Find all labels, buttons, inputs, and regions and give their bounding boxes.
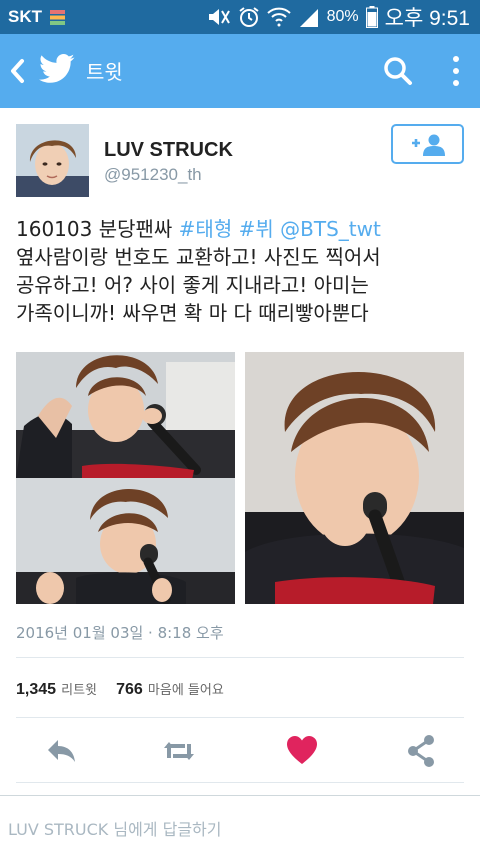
- share-icon[interactable]: [404, 734, 438, 768]
- notification-icon: [50, 10, 65, 25]
- tweet-text-plain: 160103 분당팬싸: [16, 217, 179, 241]
- user-handle[interactable]: @951230_th: [104, 165, 202, 185]
- hashtag-link[interactable]: #태형: [179, 217, 233, 241]
- battery-percent: 80%: [326, 8, 359, 25]
- tweet-line-4: 가족이니까! 싸우면 확 마 다 때리빻아뿐다: [16, 301, 369, 325]
- wifi-icon: [266, 7, 291, 27]
- tweet-line-3: 공유하고! 어? 사이 좋게 지내라고! 아미는: [16, 273, 369, 297]
- tweet-text: 160103 분당팬싸 #태형 #뷔 @BTS_twt 옆사람이랑 번호도 교환…: [16, 215, 471, 327]
- app-bar: 트윗: [0, 34, 480, 108]
- tweet-photo-2[interactable]: [16, 478, 235, 604]
- heart-icon[interactable]: [285, 734, 319, 768]
- retweet-icon[interactable]: [162, 734, 196, 768]
- tweet-timestamp: 2016년 01월 03일 · 8:18 오후: [16, 624, 224, 642]
- tweet-line-2: 옆사람이랑 번호도 교환하고! 사진도 찍어서: [16, 245, 381, 269]
- status-icons: 80% 오후 9:51: [207, 5, 470, 30]
- divider: [16, 782, 464, 783]
- battery-icon: [365, 6, 378, 28]
- carrier-label: SKT: [8, 7, 42, 26]
- retweet-label: 리트윗: [61, 683, 98, 698]
- divider: [16, 717, 464, 718]
- add-user-icon: [412, 134, 445, 156]
- reply-input[interactable]: LUV STRUCK 님에게 답글하기: [0, 795, 480, 853]
- back-arrow-icon[interactable]: [8, 58, 26, 84]
- avatar[interactable]: [16, 124, 89, 197]
- twitter-bird-icon: [39, 54, 75, 83]
- like-label: 마음에 들어요: [147, 683, 224, 698]
- follow-button[interactable]: [391, 124, 464, 164]
- retweet-count: 1,345: [16, 681, 57, 698]
- divider: [16, 657, 464, 658]
- tweet-stats[interactable]: 1,345 리트윗 766 마음에 들어요: [16, 679, 238, 699]
- reply-icon[interactable]: [44, 734, 78, 768]
- signal-icon: [299, 9, 318, 27]
- clock: 오후 9:51: [384, 7, 470, 30]
- tweet-line-1: 160103 분당팬싸 #태형 #뷔 @BTS_twt: [16, 215, 471, 243]
- page-title: 트윗: [86, 60, 123, 84]
- mute-icon: [208, 9, 230, 25]
- tweet-photo-3[interactable]: [245, 352, 464, 604]
- mention-link[interactable]: @BTS_twt: [280, 217, 381, 241]
- search-icon[interactable]: [383, 56, 413, 86]
- display-name[interactable]: LUV STRUCK: [104, 139, 233, 162]
- more-vert-icon[interactable]: [448, 54, 464, 88]
- status-bar: SKT 80% 오후 9:51: [0, 0, 480, 34]
- hashtag-link[interactable]: #뷔: [239, 217, 274, 241]
- tweet-photo-1[interactable]: [16, 352, 235, 478]
- alarm-icon: [239, 7, 259, 27]
- like-count: 766: [116, 681, 143, 698]
- reply-placeholder: LUV STRUCK 님에게 답글하기: [8, 820, 222, 839]
